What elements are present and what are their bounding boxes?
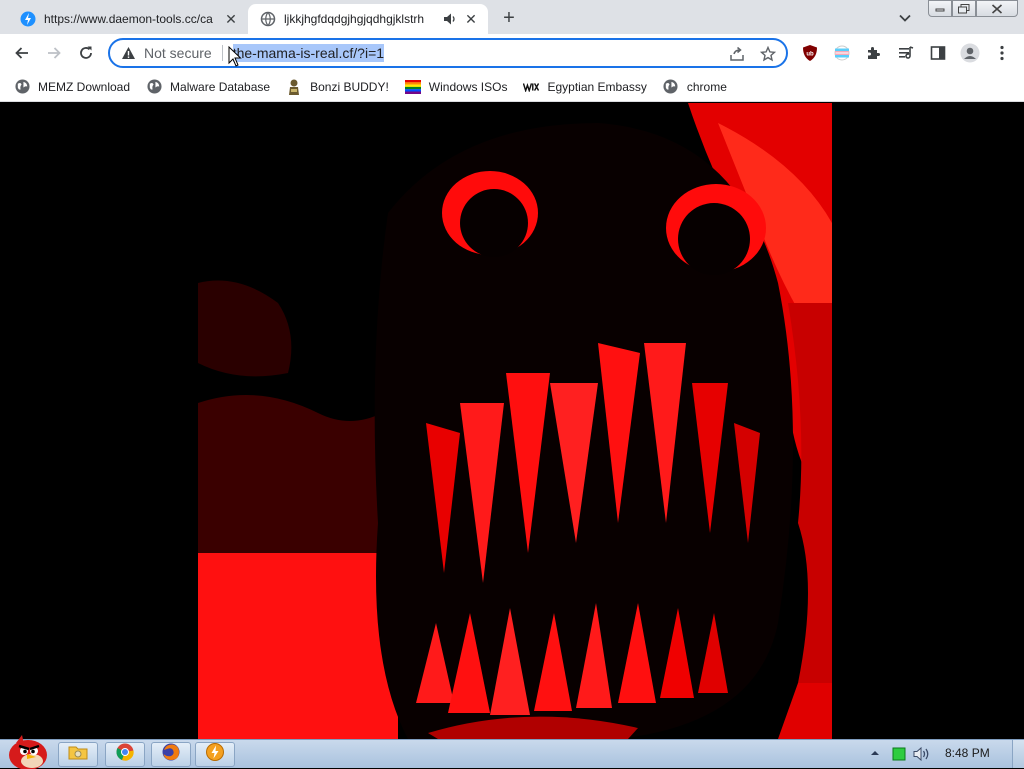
reload-button[interactable] [72, 39, 100, 67]
taskbar-clock[interactable]: 8:48 PM [945, 746, 990, 760]
bookmark-windows-isos[interactable]: Windows ISOs [404, 75, 508, 99]
minimize-window-button[interactable] [928, 0, 952, 17]
globe-icon [663, 79, 679, 95]
bookmark-malware-database[interactable]: Malware Database [146, 75, 270, 99]
windows-taskbar: 8:48 PM [0, 735, 1024, 769]
taskbar-firefox-button[interactable] [151, 742, 191, 767]
network-status-icon[interactable] [891, 746, 907, 762]
browser-toolbar: Not secure the-mama-is-real.cf/?i=1 ub [0, 34, 1024, 72]
bookmark-label: Egyptian Embassy [547, 79, 647, 94]
bookmark-memz-download[interactable]: MEMZ Download [14, 75, 130, 99]
bookmark-label: Bonzi BUDDY! [310, 79, 389, 94]
share-icon[interactable] [728, 45, 746, 63]
media-control-icon[interactable] [892, 39, 920, 67]
close-tab-icon[interactable]: ✕ [222, 10, 240, 28]
firefox-icon [162, 743, 180, 766]
bookmark-egyptian-embassy[interactable]: Egyptian Embassy [523, 75, 647, 99]
bookmarks-bar: MEMZ Download Malware Database Bonzi BUD… [0, 72, 1024, 102]
bookmark-label: Windows ISOs [428, 79, 508, 94]
daemon-tools-icon [20, 11, 36, 27]
back-button[interactable] [8, 39, 36, 67]
folder-icon [68, 743, 88, 766]
svg-text:ub: ub [806, 52, 814, 58]
globe-icon [260, 11, 276, 27]
tab-strip: https://www.daemon-tools.cc/ca ✕ ljkkjhg… [0, 0, 1024, 34]
bookmark-label: chrome [686, 79, 727, 94]
close-tab-icon[interactable]: ✕ [462, 10, 480, 28]
new-tab-button[interactable]: + [498, 7, 520, 29]
address-divider [221, 45, 223, 61]
tab-daemon-tools[interactable]: https://www.daemon-tools.cc/ca ✕ [0, 4, 248, 34]
forward-button[interactable] [40, 39, 68, 67]
close-window-button[interactable] [976, 0, 1018, 17]
start-button-angry-bird-icon[interactable] [2, 733, 50, 769]
tab-active-page[interactable]: ljkkjhgfdqdgjhgjqdhgjklstrh ✕ [248, 4, 488, 34]
bonzi-icon [286, 79, 302, 95]
rainbow-flag-icon [404, 79, 421, 95]
chrome-icon [116, 743, 134, 766]
scary-face-image [198, 103, 832, 739]
globe-icon [14, 79, 30, 95]
side-panel-icon[interactable] [924, 39, 952, 67]
taskbar-explorer-button[interactable] [58, 742, 98, 767]
globe-icon [146, 79, 162, 95]
security-status-label[interactable]: Not secure [144, 45, 212, 61]
menu-kebab-icon[interactable] [988, 39, 1016, 67]
warning-triangle-icon[interactable] [120, 45, 136, 61]
address-bar[interactable]: Not secure the-mama-is-real.cf/?i=1 [108, 38, 788, 68]
show-hidden-icons-icon[interactable] [868, 746, 882, 760]
tab-title: ljkkjhgfdqdgjhgjqdhgjklstrh [284, 12, 425, 26]
show-desktop-button[interactable] [1012, 740, 1024, 768]
extension-flag-icon[interactable] [828, 39, 856, 67]
daemon-tools-icon [206, 743, 224, 766]
taskbar-daemon-tools-button[interactable] [195, 742, 235, 767]
restore-window-button[interactable] [952, 0, 976, 17]
tab-search-chevron-icon[interactable] [895, 8, 915, 28]
tab-title: https://www.daemon-tools.cc/ca [44, 12, 213, 26]
mouse-cursor-icon [228, 46, 242, 67]
bookmark-label: Malware Database [170, 79, 271, 94]
page-content [0, 103, 1024, 739]
bookmark-label: MEMZ Download [38, 79, 131, 94]
audio-playing-icon[interactable] [442, 11, 458, 27]
wix-icon [523, 79, 540, 95]
bookmark-star-icon[interactable] [758, 44, 778, 64]
extensions-puzzle-icon[interactable] [860, 39, 888, 67]
bookmark-bonzi-buddy[interactable]: Bonzi BUDDY! [286, 75, 389, 99]
volume-icon[interactable] [913, 745, 931, 763]
profile-avatar-icon[interactable] [956, 39, 984, 67]
url-text[interactable]: the-mama-is-real.cf/?i=1 [232, 44, 385, 62]
ublock-origin-icon[interactable]: ub [796, 39, 824, 67]
bookmark-chrome[interactable]: chrome [663, 75, 727, 99]
taskbar-chrome-button[interactable] [105, 742, 145, 767]
